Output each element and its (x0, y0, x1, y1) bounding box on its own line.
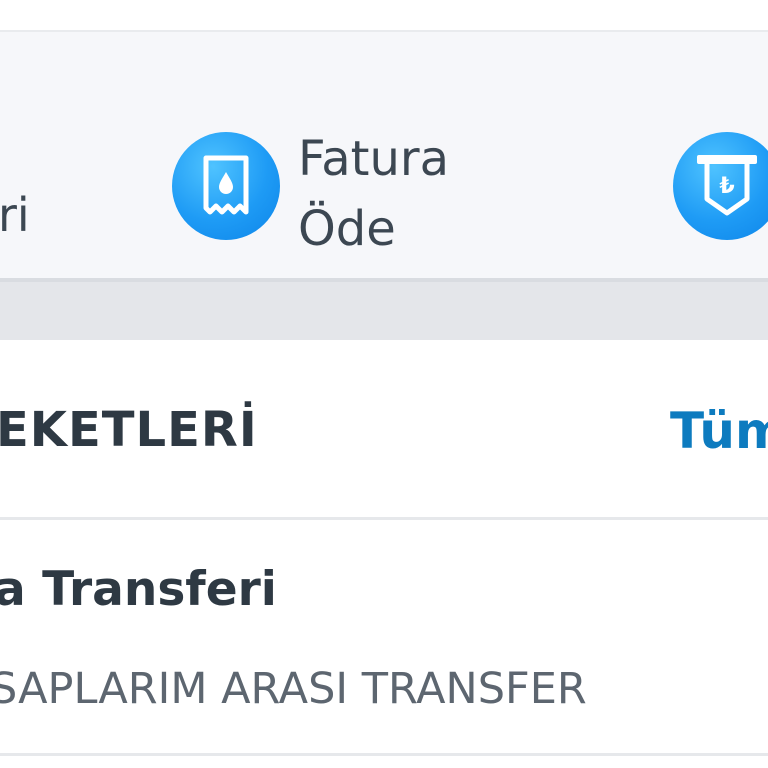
atm-lira-icon: ₺ (697, 155, 757, 216)
screen: ri Fatura Öde ₺ EKETLERİ Tüm a Transferi… (0, 0, 768, 768)
bill-pay-label-line1: Fatura (298, 131, 450, 187)
section-title: EKETLERİ (0, 402, 258, 458)
quick-action-partial-label[interactable]: ri (0, 192, 30, 238)
top-divider-strip (0, 0, 768, 32)
list-item[interactable]: a Transferi SAPLARIM ARASI TRANSFER (0, 520, 768, 756)
section-separator (0, 278, 768, 340)
section-header: EKETLERİ Tüm (0, 340, 768, 520)
list-item-subtitle: SAPLARIM ARASI TRANSFER (0, 664, 587, 714)
list-item-title: a Transferi (0, 562, 277, 617)
see-all-link[interactable]: Tüm (670, 402, 768, 460)
bill-receipt-icon (203, 155, 249, 215)
lira-symbol: ₺ (719, 174, 734, 199)
bill-pay-label[interactable]: Fatura Öde (298, 124, 449, 264)
quick-actions-bar: ri Fatura Öde ₺ (0, 32, 768, 278)
bill-pay-label-line2: Öde (298, 201, 396, 257)
transfer-icon-button[interactable]: ₺ (673, 132, 768, 240)
bill-pay-icon-button[interactable] (172, 132, 280, 240)
